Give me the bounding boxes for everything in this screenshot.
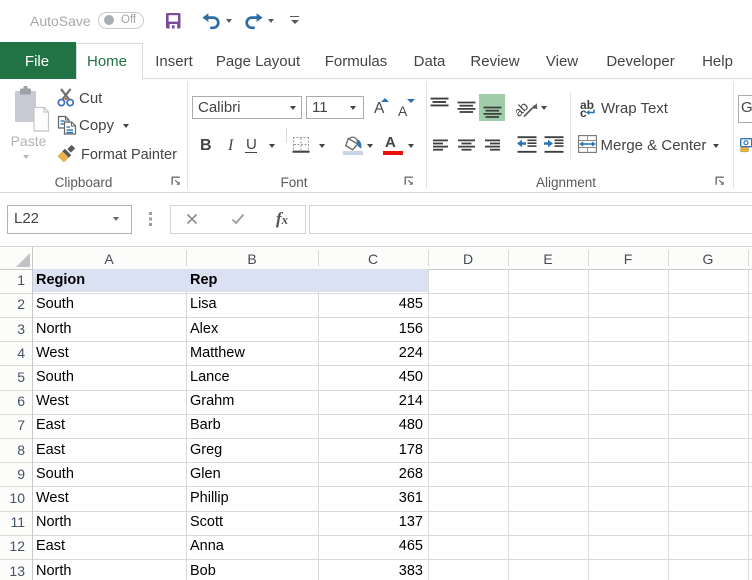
svg-text:c: c — [580, 106, 587, 118]
